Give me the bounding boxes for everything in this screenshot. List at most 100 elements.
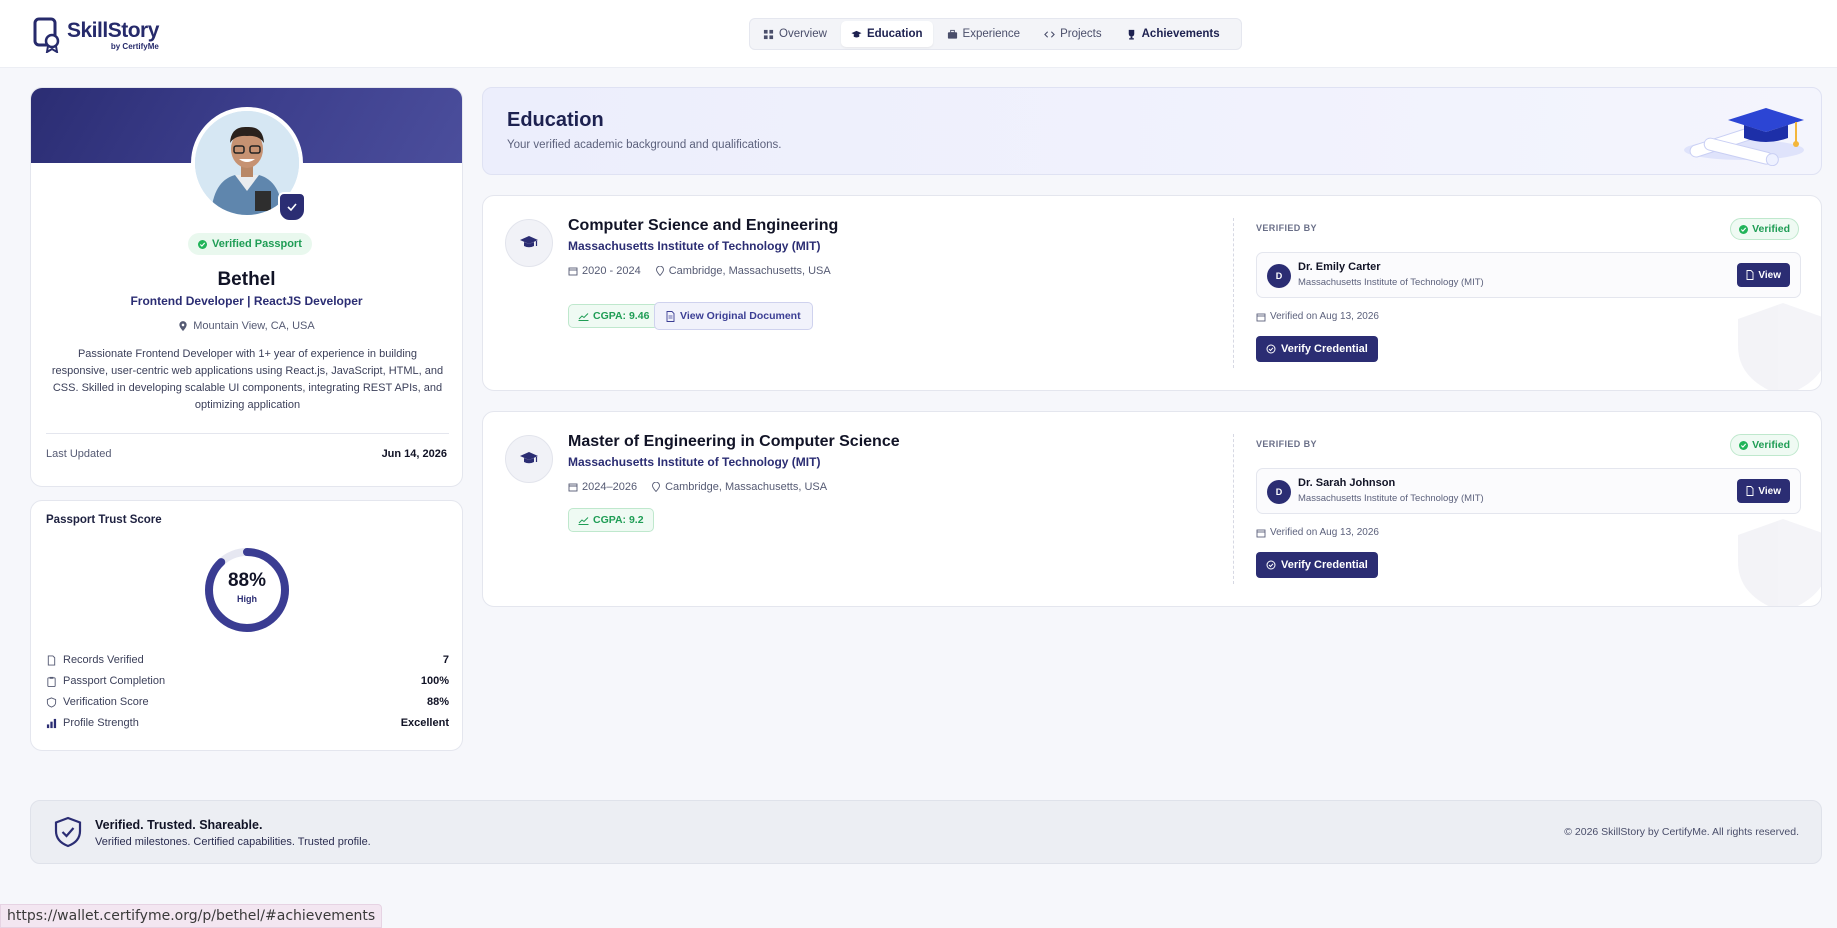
tab-achievements[interactable]: Achievements (1116, 21, 1230, 47)
clipboard-icon (47, 676, 56, 687)
profile-card: Verified Passport Bethel Frontend Develo… (30, 87, 463, 487)
verified-by-label: VERIFIED BY (1256, 223, 1317, 233)
verified-passport-label: Verified Passport (212, 238, 302, 250)
tab-education[interactable]: Education (840, 21, 933, 47)
verified-passport-badge: Verified Passport (188, 233, 312, 255)
tab-experience-label: Experience (962, 28, 1021, 40)
view-original-document-label: View Original Document (680, 310, 801, 322)
tab-overview-label: Overview (779, 28, 827, 40)
trust-row-strength: Profile Strength Excellent (46, 714, 449, 732)
verify-credential-label: Verify Credential (1281, 343, 1368, 355)
divider (1233, 434, 1234, 584)
verifier-org: Massachusetts Institute of Technology (M… (1298, 493, 1484, 504)
profile-bio: Passionate Frontend Developer with 1+ ye… (51, 348, 444, 411)
trust-row-value: 7 (442, 654, 449, 666)
verified-shield-icon (278, 192, 306, 222)
verified-on-text: Verified on Aug 13, 2026 (1270, 527, 1379, 538)
verify-credential-label: Verify Credential (1281, 559, 1368, 571)
education-card: Master of Engineering in Computer Scienc… (482, 411, 1822, 607)
footer-subtitle: Verified milestones. Certified capabilit… (95, 836, 371, 848)
verify-credential-button[interactable]: Verify Credential (1256, 552, 1378, 578)
trust-score-title: Passport Trust Score (46, 514, 162, 526)
brand-logo[interactable]: SkillStory by CertifyMe (33, 17, 159, 54)
trust-row-label: Profile Strength (63, 717, 139, 729)
document-icon (1746, 270, 1754, 280)
bar-chart-icon (46, 718, 57, 728)
verified-status-label: Verified (1752, 439, 1790, 451)
last-updated-value: Jun 14, 2026 (381, 448, 447, 460)
verifier-info: D Dr. Emily Carter Massachusetts Institu… (1256, 252, 1801, 298)
profile-location-text: Mountain View, CA, USA (193, 320, 315, 332)
grid-icon (763, 29, 774, 39)
profile-name: Bethel (217, 269, 276, 290)
institution-name: Massachusetts Institute of Technology (M… (568, 455, 821, 469)
brand-name: SkillStory (67, 18, 159, 42)
trust-score-card: Passport Trust Score 88% High Records Ve… (30, 500, 463, 751)
page-title: Education (507, 109, 604, 131)
tab-achievements-label: Achievements (1141, 28, 1220, 40)
shield-watermark-icon (1738, 303, 1821, 390)
trust-row-label: Passport Completion (63, 675, 166, 687)
trust-row-completion: Passport Completion 100% (46, 672, 449, 690)
trust-score-level: High (237, 594, 257, 604)
calendar-icon (568, 267, 578, 276)
status-bar-url: https://wallet.certifyme.org/p/bethel/#a… (0, 904, 383, 928)
graduation-illustration-icon (1684, 108, 1804, 166)
verifier-name: Dr. Sarah Johnson (1298, 477, 1396, 489)
verifier-name: Dr. Emily Carter (1298, 261, 1381, 273)
verified-status-badge: Verified (1730, 434, 1799, 456)
last-updated-label: Last Updated (46, 448, 112, 460)
tab-projects[interactable]: Projects (1034, 21, 1112, 47)
shield-watermark-icon (1738, 519, 1821, 606)
tab-education-label: Education (866, 28, 923, 40)
check-circle-icon (1266, 560, 1276, 570)
trust-row-value: 100% (420, 675, 449, 687)
trust-row-label: Verification Score (63, 696, 149, 708)
verifier-avatar: D (1267, 264, 1291, 288)
map-pin-icon (179, 320, 187, 331)
footer-copyright: © 2026 SkillStory by CertifyMe. All righ… (1564, 826, 1799, 838)
verify-credential-button[interactable]: Verify Credential (1256, 336, 1378, 362)
shield-check-icon (54, 816, 82, 848)
tab-experience[interactable]: Experience (937, 21, 1031, 47)
check-circle-icon (1739, 440, 1749, 450)
degree-title: Master of Engineering in Computer Scienc… (568, 433, 900, 450)
institution-name: Massachusetts Institute of Technology (M… (568, 239, 821, 253)
trust-row-verification: Verification Score 88% (46, 693, 449, 711)
degree-location: Cambridge, Massachusetts, USA (668, 265, 831, 277)
trophy-icon (1128, 29, 1134, 40)
view-original-document-button[interactable]: View Original Document (654, 302, 813, 330)
view-button[interactable]: View (1737, 479, 1790, 503)
calendar-icon (1256, 313, 1266, 321)
trust-row-value: 88% (426, 696, 449, 708)
page-subtitle: Your verified academic background and qu… (507, 139, 782, 151)
document-icon (666, 310, 675, 322)
degree-meta: 2020 - 2024 Cambridge, Massachusetts, US… (568, 265, 831, 277)
code-icon (1044, 30, 1055, 38)
trend-icon (578, 312, 589, 321)
verifier-avatar: D (1267, 480, 1291, 504)
top-bar: SkillStory by CertifyMe Overview Educati… (0, 0, 1837, 68)
view-button-label: View (1758, 269, 1781, 281)
map-pin-icon (652, 482, 661, 492)
check-circle-icon (198, 239, 207, 249)
tab-projects-label: Projects (1060, 28, 1102, 40)
footer: Verified. Trusted. Shareable. Verified m… (30, 800, 1822, 864)
verified-on-date: Verified on Aug 13, 2026 (1256, 311, 1379, 322)
view-button[interactable]: View (1737, 263, 1790, 287)
degree-dates: 2024–2026 (582, 481, 638, 493)
document-icon (1746, 486, 1754, 496)
cgpa-value: CGPA: 9.46 (593, 310, 650, 322)
cgpa-value: CGPA: 9.2 (593, 514, 644, 526)
education-header: Education Your verified academic backgro… (482, 87, 1822, 175)
calendar-icon (568, 483, 578, 492)
trend-icon (578, 516, 589, 525)
trust-row-value: Excellent (400, 717, 449, 729)
brand-sub: by CertifyMe (110, 41, 159, 51)
education-card: Computer Science and Engineering Massach… (482, 195, 1822, 391)
trust-row-label: Records Verified (63, 654, 144, 666)
trust-score-value: 88% (227, 570, 267, 591)
tab-overview[interactable]: Overview (753, 21, 837, 47)
view-button-label: View (1758, 485, 1781, 497)
verified-status-label: Verified (1752, 223, 1790, 235)
